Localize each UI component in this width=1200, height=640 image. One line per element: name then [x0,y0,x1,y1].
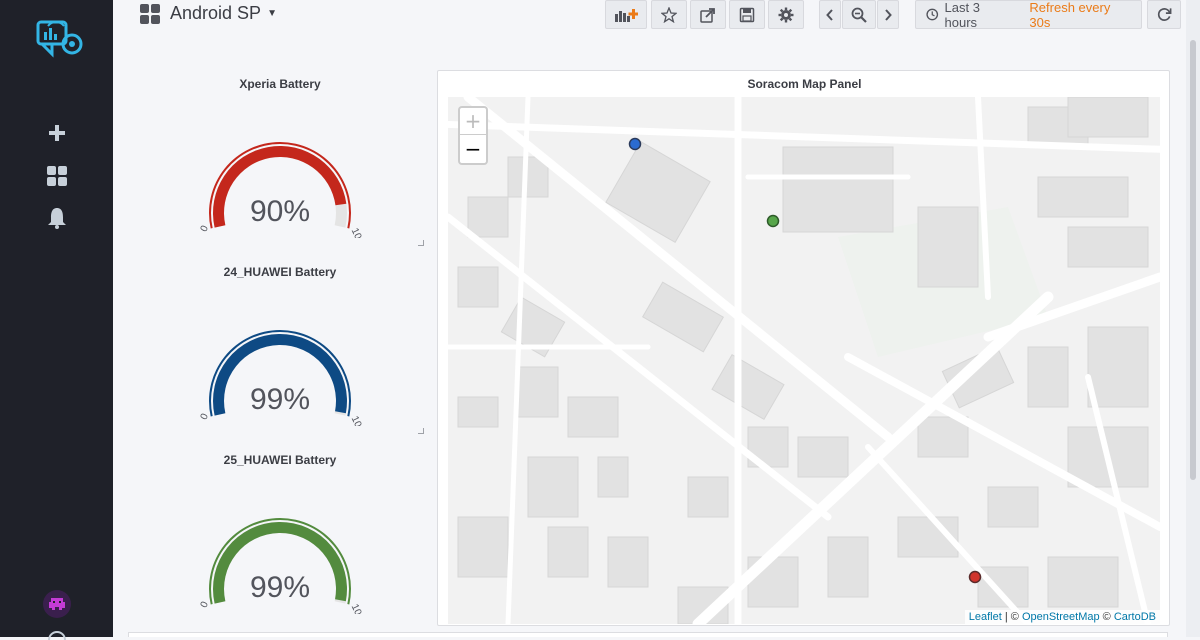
refresh-icon [1157,8,1171,21]
star-icon [661,6,677,23]
panel-resize-handle[interactable] [418,240,424,246]
chevron-right-icon [885,8,892,21]
time-shift-forward-button[interactable] [877,0,899,29]
gauge-value-text: 99% [250,383,310,416]
openstreetmap-link[interactable]: OpenStreetMap [1022,611,1100,623]
refresh-interval-label: Refresh every 30s [1029,0,1111,30]
map-view[interactable]: + − Leaflet | © OpenStreetMap © CartoDB [448,97,1160,624]
gauge-min-label: 0 [199,600,212,610]
map-attribution: Leaflet | © OpenStreetMap © CartoDB [964,610,1160,624]
gauge-title-xperia: Xperia Battery [239,77,321,91]
user-avatar[interactable] [43,590,71,618]
dashboard-picker[interactable]: Android SP ▼ [140,3,277,24]
gauge-value-text: 99% [250,571,310,604]
time-range-label: Last 3 hours [944,0,980,30]
alerting-bell-icon[interactable] [46,207,68,229]
map-zoom-control: + − [458,106,488,165]
refresh-button[interactable] [1147,0,1181,29]
huawei-24-battery-gauge: 99% 0 100 [199,330,365,426]
dashboards-grid-icon[interactable] [46,165,68,187]
huawei-25-battery-gauge: 99% 0 100 [199,518,365,614]
map-zoom-out-button[interactable]: − [460,135,486,162]
sidebar [0,0,113,640]
panel-resize-handle[interactable] [418,428,424,434]
add-panel-button[interactable] [605,0,647,29]
soracom-map-panel: Soracom Map Panel + − Leaflet | © OpenSt… [437,70,1170,626]
red-device-marker[interactable] [968,570,982,584]
grafana-logo-icon[interactable] [34,14,84,64]
save-icon [739,7,755,22]
gauge-min-label: 0 [199,224,212,234]
page-scrollbar[interactable] [1186,0,1200,637]
street-map [448,97,1160,624]
chevron-left-icon [826,8,833,21]
add-panel-icon [615,8,638,22]
star-dashboard-button[interactable] [651,0,687,29]
gauge-max-label: 100 [349,603,365,614]
xperia-battery-gauge: 90% 0 100 [199,142,365,238]
gauge-title-24-huawei: 24_HUAWEI Battery [223,265,337,279]
green-device-marker[interactable] [766,214,780,228]
scrollbar-thumb[interactable] [1190,40,1196,480]
gauge-min-label: 0 [199,412,212,422]
gauge-value-text: 90% [250,195,310,228]
next-panel-row [128,632,1168,637]
dashboard-grid-icon [140,3,160,24]
time-shift-back-button[interactable] [819,0,841,29]
dashboard-navbar: Android SP ▼ Last 3 hours Refresh every … [113,0,1186,32]
zoom-out-icon [851,7,867,23]
leaflet-link[interactable]: Leaflet [969,611,1002,623]
cartodb-link[interactable]: CartoDB [1114,611,1156,623]
save-dashboard-button[interactable] [729,0,765,29]
attribution-separator: © [1099,611,1114,623]
share-icon [700,7,715,23]
map-zoom-in-button[interactable]: + [460,108,486,135]
time-picker-button[interactable]: Last 3 hours Refresh every 30s [915,0,1142,30]
gauge-max-label: 100 [349,415,365,426]
gauge-max-label: 100 [349,227,365,238]
clock-icon [926,8,939,21]
attribution-separator: | © [1001,611,1022,623]
help-icon[interactable] [47,630,67,640]
share-dashboard-button[interactable] [690,0,726,29]
dashboard-title: Android SP [170,3,262,23]
map-panel-title: Soracom Map Panel [747,77,862,91]
dashboard-settings-button[interactable] [768,0,804,29]
caret-down-icon: ▼ [267,8,277,19]
zoom-out-time-button[interactable] [842,0,876,29]
blue-device-marker[interactable] [628,137,642,151]
gauge-title-25-huawei: 25_HUAWEI Battery [223,453,337,467]
gear-icon [778,7,794,22]
create-plus-icon[interactable] [46,122,68,144]
